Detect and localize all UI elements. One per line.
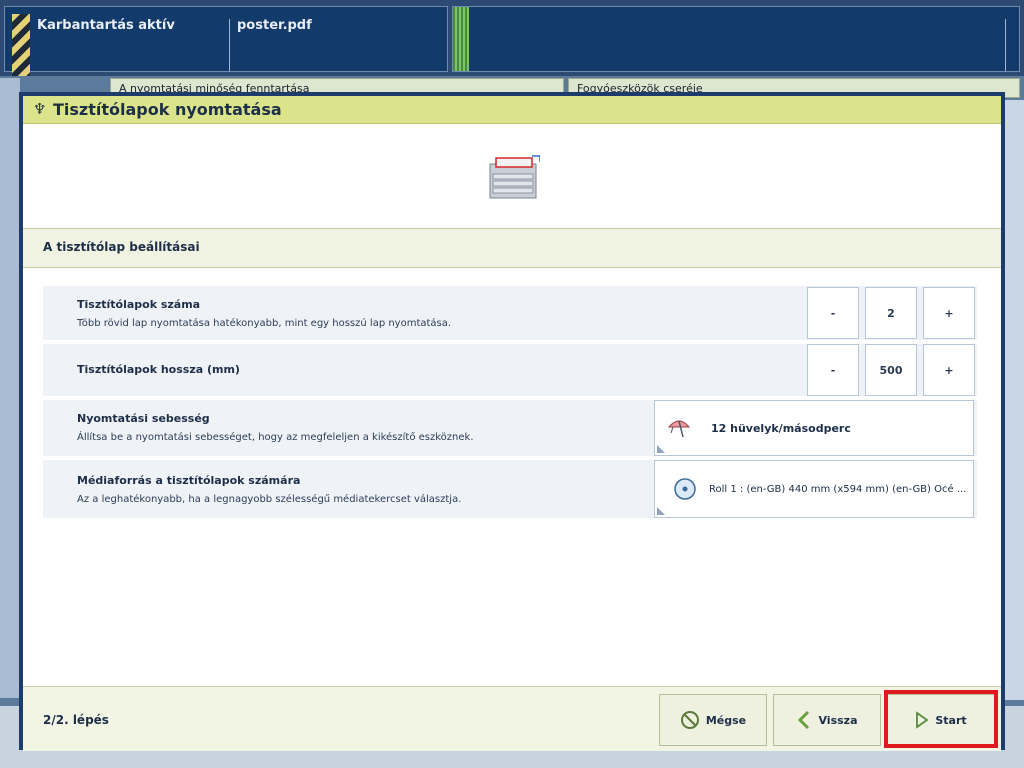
media-source-selector[interactable]: Roll 1 : (en-GB) 440 mm (x594 mm) (en-GB… [654, 460, 974, 518]
setting-description: Állítsa be a nyomtatási sebességet, hogy… [77, 432, 474, 443]
settings-section-header: A tisztítólap beállításai [23, 228, 1001, 268]
maintenance-hazard-icon [12, 14, 30, 78]
count-increase-button[interactable]: + [923, 287, 975, 339]
media-source-value: Roll 1 : (en-GB) 440 mm (x594 mm) (en-GB… [709, 484, 967, 495]
dialog-title: Tisztítólapok nyomtatása [53, 100, 282, 119]
speed-icon [667, 420, 691, 438]
divider [1005, 19, 1006, 71]
setting-row-length: Tisztítólapok hossza (mm) - 500 + [43, 344, 977, 396]
progress-indicator [453, 7, 469, 71]
count-value-field[interactable]: 2 [865, 287, 917, 339]
start-button-highlight [884, 690, 998, 748]
setting-row-speed: Nyomtatási sebesség Állítsa be a nyomtat… [43, 400, 977, 456]
wrench-icon: ♆ [33, 100, 47, 118]
cancel-button[interactable]: Mégse [659, 694, 767, 746]
setting-title: Tisztítólapok hossza (mm) [77, 363, 240, 376]
media-roll-icon [674, 478, 696, 500]
setting-title: Tisztítólapok száma [77, 298, 201, 311]
status-text: Karbantartás aktív [37, 18, 175, 33]
dropdown-corner-icon [657, 445, 665, 453]
setting-title: Nyomtatási sebesség [77, 412, 210, 425]
dialog-footer: 2/2. lépés Mégse Vissza Start [23, 686, 1001, 751]
status-panel[interactable]: Karbantartás aktív poster.pdf [4, 6, 448, 78]
back-button[interactable]: Vissza [773, 694, 881, 746]
setting-row-media: Médiaforrás a tisztítólapok számára Az a… [43, 460, 977, 518]
status-bar: Karbantartás aktív poster.pdf [0, 0, 1024, 78]
dialog-title-bar: ♆ Tisztítólapok nyomtatása [23, 96, 1001, 124]
cancel-label: Mégse [705, 713, 747, 727]
setting-title: Médiaforrás a tisztítólapok számára [77, 474, 301, 487]
background-right-panel [1002, 100, 1024, 700]
progress-panel[interactable] [452, 6, 1020, 72]
setting-description: Több rövid lap nyomtatása hatékonyabb, m… [77, 318, 452, 329]
back-label: Vissza [818, 713, 858, 727]
divider [229, 19, 230, 71]
section-title: A tisztítólap beállításai [43, 240, 200, 254]
cleaning-sheets-dialog: ♆ Tisztítólapok nyomtatása A tisztítólap… [19, 92, 1005, 751]
setting-row-count: Tisztítólapok száma Több rövid lap nyomt… [43, 286, 977, 340]
job-name: poster.pdf [237, 18, 312, 33]
print-speed-value: 12 hüvelyk/másodperc [711, 422, 851, 435]
length-value-field[interactable]: 500 [865, 344, 917, 396]
length-increase-button[interactable]: + [923, 344, 975, 396]
print-speed-selector[interactable]: 12 hüvelyk/másodperc [654, 400, 974, 456]
cancel-icon [680, 711, 699, 729]
background-sidebar [0, 78, 20, 698]
length-decrease-button[interactable]: - [807, 344, 859, 396]
count-decrease-button[interactable]: - [807, 287, 859, 339]
printer-icon [489, 155, 540, 199]
dropdown-corner-icon [657, 507, 665, 515]
chevron-left-icon [798, 710, 810, 730]
step-indicator: 2/2. lépés [43, 713, 109, 727]
setting-description: Az a leghatékonyabb, ha a legnagyobb szé… [77, 494, 462, 505]
